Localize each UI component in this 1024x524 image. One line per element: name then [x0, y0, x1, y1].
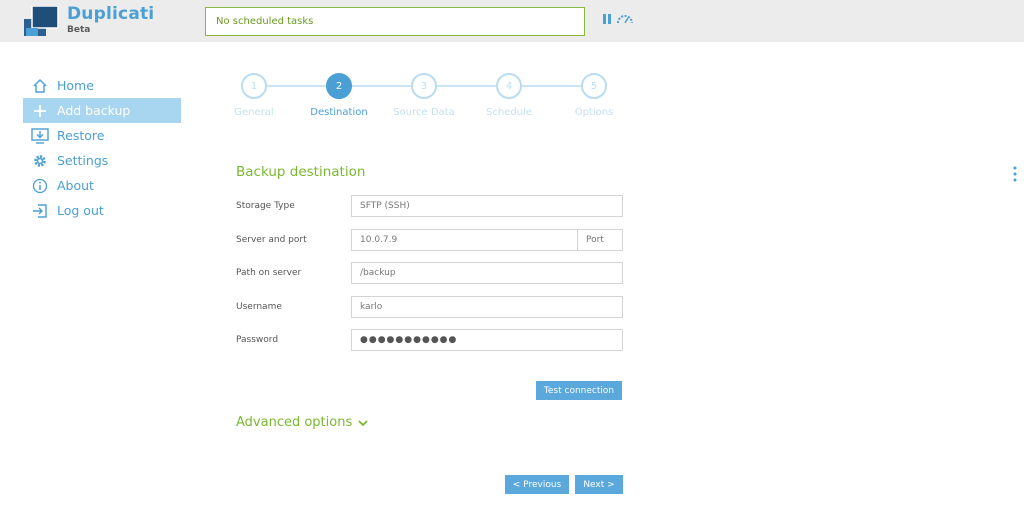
sidebar-item-restore[interactable]: Restore [23, 123, 181, 148]
app-name: Duplicati [67, 4, 155, 24]
home-icon [23, 73, 57, 98]
storage-type-label: Storage Type [236, 201, 295, 211]
sidebar-item-label: Add backup [57, 103, 131, 118]
step-3-label[interactable]: Source Data [379, 107, 469, 118]
sidebar-item-label: Restore [57, 128, 105, 143]
more-options-icon[interactable] [1012, 166, 1018, 182]
status-box: No scheduled tasks [205, 7, 585, 36]
password-label: Password [236, 335, 279, 345]
plus-icon [23, 98, 57, 123]
sidebar-item-label: Log out [57, 203, 104, 218]
sidebar-item-label: About [57, 178, 94, 193]
port-input[interactable] [577, 229, 623, 251]
test-connection-button[interactable]: Test connection [536, 381, 622, 400]
duplicati-logo [24, 6, 59, 36]
sidebar-item-settings[interactable]: Settings [23, 148, 181, 173]
section-title: Backup destination [236, 164, 366, 180]
step-1-circle[interactable]: 1 [241, 73, 267, 99]
path-input[interactable] [351, 262, 623, 284]
storage-type-select[interactable] [351, 195, 623, 217]
sidebar-item-add-backup[interactable]: Add backup [23, 98, 181, 123]
restore-icon [23, 123, 57, 148]
step-4-circle[interactable]: 4 [496, 73, 522, 99]
step-3-circle[interactable]: 3 [411, 73, 437, 99]
wizard-steps: 1 2 3 4 5 General Destination Source Dat… [225, 73, 625, 123]
step-1-label[interactable]: General [209, 107, 299, 118]
advanced-options-label: Advanced options [236, 415, 353, 430]
step-5-label[interactable]: Options [549, 107, 639, 118]
step-4-label[interactable]: Schedule [464, 107, 554, 118]
sidebar-nav: Home Add backup Restore Settings About L… [23, 73, 181, 223]
pause-icon[interactable] [603, 14, 611, 24]
sidebar-item-label: Home [57, 78, 94, 93]
sidebar-item-label: Settings [57, 153, 109, 168]
step-connector [266, 85, 326, 87]
server-port-label: Server and port [236, 235, 307, 245]
previous-button[interactable]: < Previous [505, 475, 569, 494]
top-bar: Duplicati Beta No scheduled tasks [0, 0, 1024, 42]
gear-icon [23, 148, 57, 173]
path-label: Path on server [236, 268, 302, 278]
sidebar-item-home[interactable]: Home [23, 73, 181, 98]
step-connector [521, 85, 581, 87]
password-input[interactable] [351, 329, 623, 351]
logout-icon [23, 198, 57, 223]
step-5-circle[interactable]: 5 [581, 73, 607, 99]
throttle-icon[interactable] [617, 14, 633, 24]
sidebar-item-log-out[interactable]: Log out [23, 198, 181, 223]
step-connector [351, 85, 411, 87]
next-button[interactable]: Next > [575, 475, 623, 494]
app-edition: Beta [67, 25, 91, 35]
sidebar-item-about[interactable]: About [23, 173, 181, 198]
step-connector [436, 85, 496, 87]
username-input[interactable] [351, 296, 623, 318]
step-2-circle[interactable]: 2 [326, 73, 352, 99]
server-input[interactable] [351, 229, 578, 251]
advanced-options-toggle[interactable]: Advanced options [236, 415, 368, 430]
step-2-label[interactable]: Destination [294, 107, 384, 118]
info-icon [23, 173, 57, 198]
chevron-down-icon [358, 419, 368, 426]
username-label: Username [236, 302, 282, 312]
